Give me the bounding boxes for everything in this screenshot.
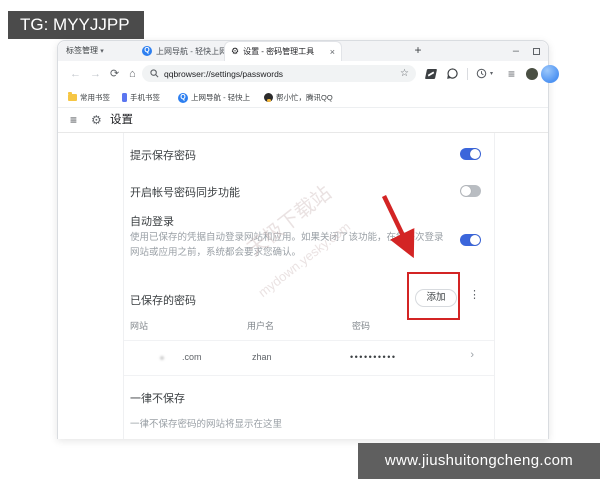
site-watermark: www.jiushuitongcheng.com xyxy=(358,443,600,479)
kebab-menu-icon[interactable]: ⋮ xyxy=(469,288,480,301)
prompt-save-label: 提示保存密码 xyxy=(130,147,196,163)
window-controls: – xyxy=(513,41,540,61)
never-save-hint: 一律不保存密码的网站将显示在这里 xyxy=(130,417,282,432)
browser-toolbar: ← → ⟳ ⌂ qqbrowser://settings/passwords ☆ xyxy=(58,61,548,87)
auto-login-title: 自动登录 xyxy=(130,213,174,229)
tab-manager-label: 标签管理 xyxy=(66,46,98,55)
prompt-save-toggle[interactable] xyxy=(460,148,481,160)
never-save-title: 一律不保存 xyxy=(130,390,185,406)
column-header-username: 用户名 xyxy=(247,319,274,332)
extension-flag-icon[interactable] xyxy=(425,69,437,79)
browser-window: 标签管理 ▾ Q 上网导航 - 轻快上网 从这里开始 ⚙ 设置 - 密码管理工具… xyxy=(57,40,549,439)
address-bar[interactable]: qqbrowser://settings/passwords ☆ xyxy=(142,65,416,82)
bookmark-qq-helper[interactable]: 帮小忙，腾讯QQ xyxy=(264,87,333,108)
minimize-button[interactable]: – xyxy=(513,41,519,61)
feedback-bubble-icon[interactable] xyxy=(447,68,458,79)
annotation-highlight-box xyxy=(407,272,460,320)
maximize-button[interactable] xyxy=(533,48,540,55)
home-icon[interactable]: ⌂ xyxy=(129,61,136,87)
tab-label: 设置 - 密码管理工具 xyxy=(243,46,314,57)
toolbar-divider xyxy=(467,68,468,80)
qqbrowser-logo-icon: Q xyxy=(178,93,188,103)
forward-icon[interactable]: → xyxy=(90,61,101,87)
table-divider xyxy=(124,340,494,341)
settings-gear-icon: ⚙ xyxy=(91,108,102,133)
screenshot-stage: TG: MYYJJPP 标签管理 ▾ Q 上网导航 - 轻快上网 从这里开始 ⚙… xyxy=(0,0,600,480)
bookmark-label: 手机书签 xyxy=(130,92,160,103)
row-divider xyxy=(124,375,494,376)
url-text[interactable]: qqbrowser://settings/passwords xyxy=(164,69,283,79)
settings-header: ≡ ⚙ 设置 xyxy=(58,108,548,133)
annotation-arrow xyxy=(372,192,424,264)
search-icon xyxy=(150,69,159,78)
caret-down-icon: ▾ xyxy=(100,48,104,55)
settings-page-title: 设置 xyxy=(110,108,133,133)
bookmark-label: 帮小忙，腾讯QQ xyxy=(276,92,333,103)
history-clock-icon[interactable] xyxy=(476,68,487,79)
profile-avatar[interactable] xyxy=(526,68,538,80)
tg-overlay-label: TG: MYYJJPP xyxy=(8,11,144,39)
bookmark-nav[interactable]: Q 上网导航 - 轻快上 xyxy=(178,87,250,108)
folder-icon xyxy=(68,94,77,101)
sync-label: 开启帐号密码同步功能 xyxy=(130,184,240,200)
column-header-password: 密码 xyxy=(352,319,370,332)
tab-manager-button[interactable]: 标签管理 ▾ xyxy=(66,41,104,61)
row-password: •••••••••• xyxy=(350,352,397,362)
bookmark-mobile[interactable]: 手机书签 xyxy=(122,87,160,108)
auto-login-toggle[interactable] xyxy=(460,234,481,246)
bookmark-label: 上网导航 - 轻快上 xyxy=(191,92,250,103)
bookmark-common[interactable]: 常用书签 xyxy=(68,87,110,108)
bookmarks-bar: 常用书签 手机书签 Q 上网导航 - 轻快上 帮小忙，腾讯QQ xyxy=(58,87,548,108)
history-caret-icon[interactable]: ▾ xyxy=(490,67,493,81)
tab-close-icon[interactable]: × xyxy=(330,47,335,57)
bookmark-label: 常用书签 xyxy=(80,92,110,103)
site-favicon xyxy=(160,356,164,360)
back-icon[interactable]: ← xyxy=(70,61,81,87)
tab-settings-active[interactable]: ⚙ 设置 - 密码管理工具 × xyxy=(224,41,342,61)
qqbrowser-logo-icon: Q xyxy=(142,46,152,56)
bookmark-star-icon[interactable]: ☆ xyxy=(400,68,409,79)
tab-strip: 标签管理 ▾ Q 上网导航 - 轻快上网 从这里开始 ⚙ 设置 - 密码管理工具… xyxy=(58,41,548,61)
sync-toggle[interactable] xyxy=(460,185,481,197)
browser-menu-icon[interactable]: ≡ xyxy=(508,61,515,87)
new-tab-button[interactable]: + xyxy=(410,41,426,61)
penguin-icon xyxy=(264,93,273,102)
column-header-site: 网站 xyxy=(130,319,148,332)
row-username: zhan xyxy=(252,352,272,362)
saved-passwords-title: 已保存的密码 xyxy=(130,292,196,308)
phone-icon xyxy=(122,93,127,102)
gear-icon: ⚙ xyxy=(231,46,239,57)
refresh-icon[interactable]: ⟳ xyxy=(110,61,119,87)
chevron-right-icon[interactable]: › xyxy=(470,349,474,361)
floating-assistant-orb[interactable] xyxy=(541,65,559,83)
settings-page: ≡ ⚙ 设置 提示保存密码 开启帐号密码同步功能 自动登录 使用已保存的凭据自动… xyxy=(58,108,548,439)
settings-hamburger-icon[interactable]: ≡ xyxy=(70,108,77,133)
row-site: .com xyxy=(182,352,202,362)
